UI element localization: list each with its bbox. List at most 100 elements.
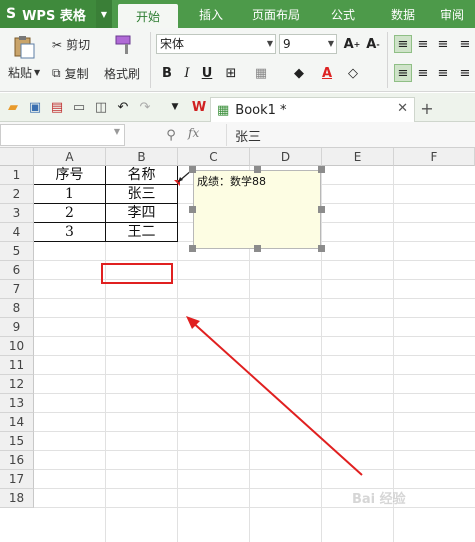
tab-review[interactable]: 审阅 [440,0,475,28]
save-icon[interactable]: ▣ [26,98,44,116]
row-header[interactable]: 15 [0,432,34,451]
menu-bar: S WPS 表格 ▼ 开始 插入 页面布局 公式 数据 审阅 [0,0,475,28]
align-left-icon[interactable]: ≡ [394,64,412,82]
app-name: WPS 表格 [22,8,86,24]
italic-icon[interactable]: I [178,64,196,82]
font-size-value: 9 [283,37,291,51]
cut-label: 剪切 [66,38,91,52]
align-bottom-icon[interactable]: ≡ [434,35,452,53]
align-right-icon[interactable]: ≡ [434,64,452,82]
shrink-font-icon[interactable]: A- [364,35,382,53]
print-icon[interactable]: ▭ [70,98,88,116]
comment-text: 成绩：数学88 [197,175,266,188]
grow-font-icon[interactable]: A + [343,35,361,53]
resize-handle[interactable] [189,166,196,173]
cell-b1[interactable]: 名称 [106,166,177,185]
search-icon[interactable]: ⚲ [162,126,180,144]
row-header[interactable]: 12 [0,375,34,394]
row-header[interactable]: 17 [0,470,34,489]
row-header[interactable]: 2 [0,185,34,204]
name-box[interactable]: ▼ [0,124,125,146]
cell-a2[interactable]: 1 [34,185,105,204]
align-middle-icon[interactable]: ≡ [414,35,432,53]
row-header[interactable]: 5 [0,242,34,261]
cell-b2[interactable]: 张三 [106,185,177,204]
resize-handle[interactable] [189,206,196,213]
border-icon[interactable]: ⊞ [222,64,240,82]
row-header[interactable]: 9 [0,318,34,337]
cell-a4[interactable]: 3 [34,223,105,242]
print-preview-icon[interactable]: ◫ [92,98,110,116]
insert-function-button[interactable]: fx [188,126,199,140]
resize-handle[interactable] [318,206,325,213]
cell-b3[interactable]: 李四 [106,204,177,223]
cell-comment-box[interactable]: 成绩：数学88 [193,170,321,249]
row-header[interactable]: 14 [0,413,34,432]
formula-input[interactable]: 张三 [226,124,474,146]
column-header-d[interactable]: D [250,148,322,166]
row-header[interactable]: 16 [0,451,34,470]
ribbon: 粘贴 ▼ ✂ 剪切 ⧉ 复制 格式刷 宋体 ▼ 9 ▼ A + A- B I U ⊞ ▦… [0,28,475,92]
wrap-text-icon[interactable]: ≡ [456,35,474,53]
document-tab[interactable]: ▦ Book1 * ✕ [210,97,415,122]
row-header[interactable]: 8 [0,299,34,318]
fill-color-icon[interactable]: ◆ [290,64,308,82]
cell-a3[interactable]: 2 [34,204,105,223]
justify-icon[interactable]: ≡ [456,64,474,82]
cut-button[interactable]: ✂ 剪切 [52,36,90,53]
paste-icon[interactable] [8,34,40,60]
formula-bar: ▼ ⚲ fx 张三 [0,122,475,148]
align-top-icon[interactable]: ≡ [394,35,412,53]
cell-b4[interactable]: 王二 [106,223,177,242]
underline-icon[interactable]: U [198,64,216,82]
format-painter-button[interactable]: 格式刷 [104,65,140,82]
row-header[interactable]: 4 [0,223,34,242]
customize-dropdown-icon[interactable]: ▼ [166,98,184,116]
redo-icon[interactable]: ↷ [136,98,154,116]
tab-data[interactable]: 数据 [378,0,428,28]
resize-handle[interactable] [254,166,261,173]
resize-handle[interactable] [254,245,261,252]
tab-formulas[interactable]: 公式 [318,0,368,28]
font-color-icon[interactable]: A [318,64,336,82]
paste-button[interactable]: 粘贴 ▼ [8,64,40,81]
row-header[interactable]: 10 [0,337,34,356]
row-header[interactable]: 13 [0,394,34,413]
format-painter-icon[interactable] [110,32,140,58]
resize-handle[interactable] [189,245,196,252]
column-header-c[interactable]: C [178,148,250,166]
column-header-f[interactable]: F [394,148,475,166]
font-size-select[interactable]: 9 ▼ [279,34,337,54]
copy-button[interactable]: ⧉ 复制 [52,65,89,82]
tab-insert[interactable]: 插入 [186,0,236,28]
row-header[interactable]: 3 [0,204,34,223]
resize-handle[interactable] [318,166,325,173]
column-header-a[interactable]: A [34,148,106,166]
wps-w-logo-icon[interactable]: W [190,98,208,116]
tab-home[interactable]: 开始 [118,4,178,28]
new-tab-icon[interactable]: + [418,99,436,118]
merge-icon[interactable]: ▦ [252,64,270,82]
cell-a1[interactable]: 序号 [34,166,105,185]
column-header-b[interactable]: B [106,148,178,166]
row-header[interactable]: 18 [0,489,34,508]
select-all-corner[interactable] [0,148,34,166]
font-name-select[interactable]: 宋体 ▼ [156,34,276,54]
row-header[interactable]: 1 [0,166,34,185]
app-menu-button[interactable]: S WPS 表格 [0,0,96,28]
resize-handle[interactable] [318,245,325,252]
bold-icon[interactable]: B [158,64,176,82]
clear-format-icon[interactable]: ◇ [344,64,362,82]
undo-icon[interactable]: ↶ [114,98,132,116]
close-tab-icon[interactable]: ✕ [397,101,408,116]
open-folder-icon[interactable]: ▰ [4,98,22,116]
align-center-icon[interactable]: ≡ [414,64,432,82]
column-header-e[interactable]: E [322,148,394,166]
copy-label: 复制 [64,67,89,81]
tab-page-layout[interactable]: 页面布局 [244,0,308,28]
app-menu-dropdown-icon[interactable]: ▼ [96,0,112,28]
row-header[interactable]: 7 [0,280,34,299]
row-header[interactable]: 6 [0,261,34,280]
export-pdf-icon[interactable]: ▤ [48,98,66,116]
row-header[interactable]: 11 [0,356,34,375]
